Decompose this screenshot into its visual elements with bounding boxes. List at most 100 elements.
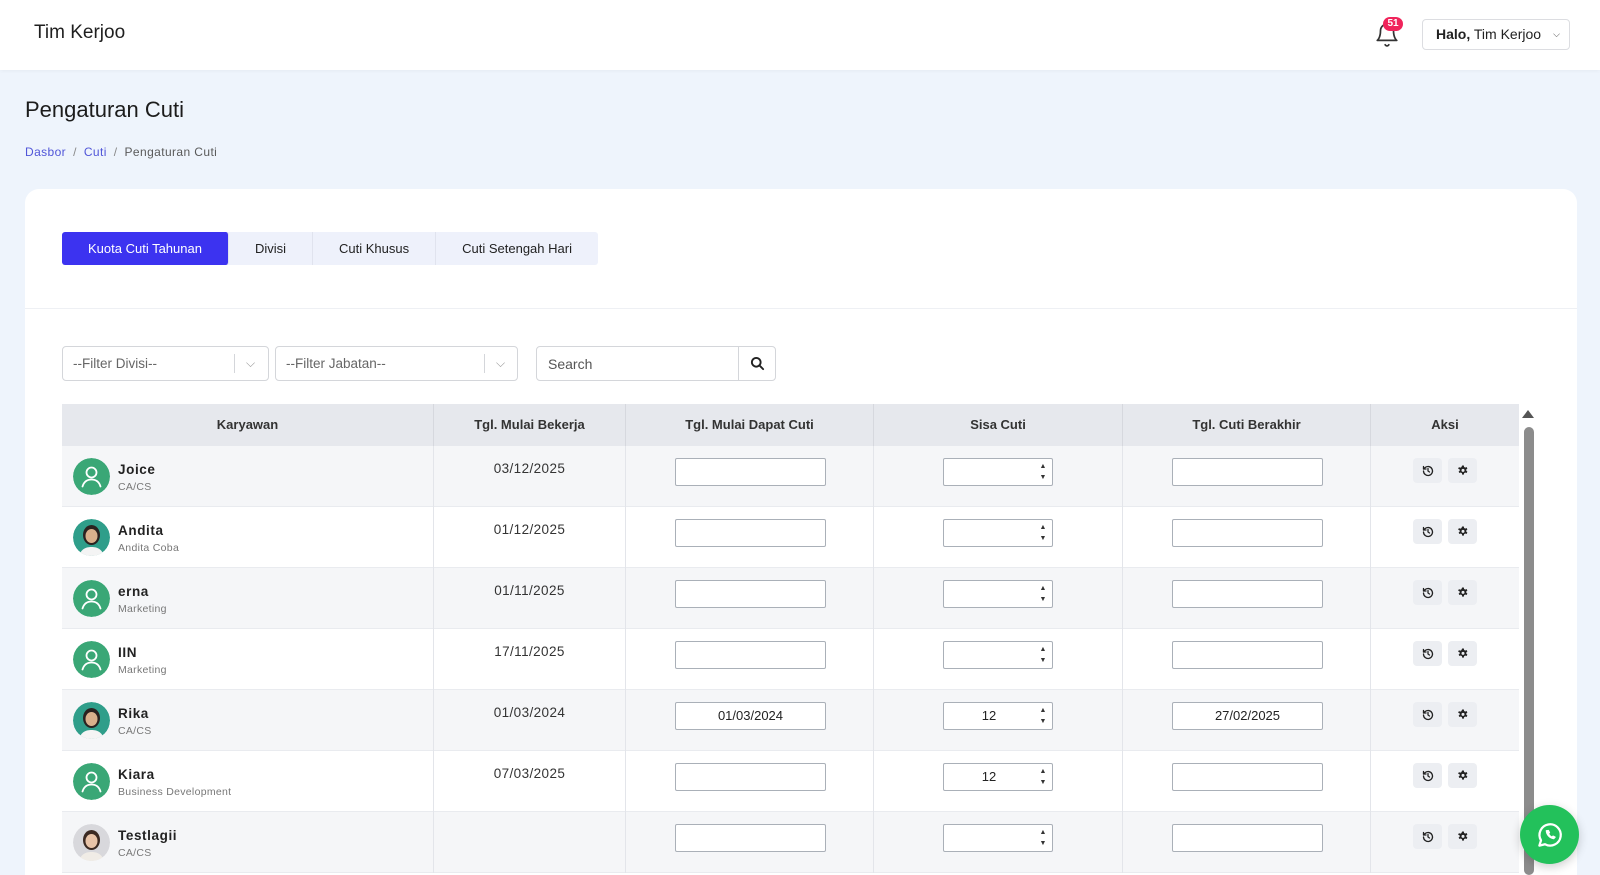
- employee-name[interactable]: Testlagii: [118, 828, 177, 843]
- start-work-date: 01/12/2025: [493, 522, 566, 537]
- employee-name[interactable]: erna: [118, 584, 149, 599]
- actions-cell: [1371, 629, 1519, 690]
- search-input[interactable]: [537, 347, 738, 380]
- stepper-arrows-icon[interactable]: ▲ ▼: [1036, 522, 1050, 544]
- leave-start-input[interactable]: [675, 641, 826, 669]
- stepper-arrows-icon[interactable]: ▲ ▼: [1036, 766, 1050, 788]
- employee-name[interactable]: Andita: [118, 523, 164, 538]
- remaining-leave-stepper[interactable]: ▲ ▼: [943, 458, 1053, 486]
- leave-start-input[interactable]: 01/03/2024: [675, 702, 826, 730]
- leave-start-input[interactable]: [675, 458, 826, 486]
- leave-end-input[interactable]: [1172, 641, 1323, 669]
- history-button[interactable]: [1413, 763, 1442, 788]
- remaining-leave-cell: 12 ▲ ▼: [874, 690, 1123, 751]
- breadcrumb-cuti[interactable]: Cuti: [84, 145, 107, 159]
- actions-cell: [1371, 812, 1519, 873]
- history-button[interactable]: [1413, 702, 1442, 727]
- leave-end-input[interactable]: [1172, 580, 1323, 608]
- actions-cell: [1371, 568, 1519, 629]
- start-work-date: 03/12/2025: [493, 461, 566, 476]
- avatar: [73, 458, 110, 495]
- settings-button[interactable]: [1448, 580, 1477, 605]
- remaining-leave-stepper[interactable]: ▲ ▼: [943, 519, 1053, 547]
- remaining-leave-stepper[interactable]: ▲ ▼: [943, 641, 1053, 669]
- column-header: Tgl. Cuti Berakhir: [1123, 404, 1371, 446]
- leave-end-input[interactable]: 27/02/2025: [1172, 702, 1323, 730]
- table-row: IIN Marketing 17/11/2025 ▲ ▼: [62, 629, 1519, 690]
- filter-jabatan-select[interactable]: --Filter Jabatan-- ⌵: [275, 346, 518, 381]
- settings-button[interactable]: [1448, 519, 1477, 544]
- breadcrumb-dasbor[interactable]: Dasbor: [25, 145, 66, 159]
- remaining-leave-stepper[interactable]: ▲ ▼: [943, 580, 1053, 608]
- history-button[interactable]: [1413, 580, 1442, 605]
- tab-cuti-setengah-hari[interactable]: Cuti Setengah Hari: [436, 232, 598, 265]
- scrollbar-thumb[interactable]: [1524, 427, 1534, 875]
- employee-division: Business Development: [118, 786, 232, 798]
- leave-end-input[interactable]: [1172, 458, 1323, 486]
- employee-name[interactable]: IIN: [118, 645, 137, 660]
- leave-start-cell: [626, 751, 874, 812]
- leave-start-input[interactable]: [675, 580, 826, 608]
- scroll-up-arrow[interactable]: [1522, 410, 1534, 418]
- employee-name[interactable]: Joice: [118, 462, 156, 477]
- leave-start-cell: [626, 568, 874, 629]
- column-header: Sisa Cuti: [874, 404, 1123, 446]
- leave-start-input[interactable]: [675, 519, 826, 547]
- leave-end-input[interactable]: [1172, 824, 1323, 852]
- column-header: Karyawan: [62, 404, 434, 446]
- gear-icon: [1457, 709, 1467, 719]
- settings-button[interactable]: [1448, 458, 1477, 483]
- leave-start-cell: [626, 812, 874, 873]
- settings-button[interactable]: [1448, 763, 1477, 788]
- remaining-leave-stepper[interactable]: 12 ▲ ▼: [943, 763, 1053, 791]
- leave-end-input[interactable]: [1172, 763, 1323, 791]
- leave-end-input[interactable]: [1172, 519, 1323, 547]
- stepper-arrows-icon[interactable]: ▲ ▼: [1036, 583, 1050, 605]
- leave-end-cell: [1123, 812, 1371, 873]
- employee-cell: Rika CA/CS: [62, 690, 434, 751]
- leave-start-input[interactable]: [675, 763, 826, 791]
- employee-name[interactable]: Kiara: [118, 767, 155, 782]
- settings-button[interactable]: [1448, 702, 1477, 727]
- start-work-date: 17/11/2025: [494, 644, 565, 659]
- leave-end-cell: [1123, 751, 1371, 812]
- history-button[interactable]: [1413, 519, 1442, 544]
- employee-division: CA/CS: [118, 725, 152, 737]
- start-work-cell: 17/11/2025: [434, 629, 626, 690]
- stepper-arrows-icon[interactable]: ▲ ▼: [1036, 461, 1050, 483]
- avatar: [73, 702, 110, 739]
- filter-divisi-placeholder: --Filter Divisi--: [73, 356, 157, 371]
- history-button[interactable]: [1413, 824, 1442, 849]
- filter-divisi-select[interactable]: --Filter Divisi-- ⌵: [62, 346, 269, 381]
- whatsapp-icon: [1537, 822, 1562, 847]
- breadcrumb-separator: /: [73, 145, 77, 159]
- tab-divisi[interactable]: Divisi: [229, 232, 314, 265]
- avatar: [73, 580, 110, 617]
- remaining-leave-cell: ▲ ▼: [874, 507, 1123, 568]
- search-button[interactable]: [738, 347, 776, 380]
- remaining-leave-stepper[interactable]: ▲ ▼: [943, 824, 1053, 852]
- remaining-leave-value: 12: [981, 769, 997, 784]
- user-menu-button[interactable]: Halo, Tim Kerjoo ⌵: [1422, 19, 1570, 50]
- leave-start-input[interactable]: [675, 824, 826, 852]
- leave-end-cell: 27/02/2025: [1123, 690, 1371, 751]
- table-row: Testlagii CA/CS ▲ ▼: [62, 812, 1519, 873]
- settings-button[interactable]: [1448, 641, 1477, 666]
- history-button[interactable]: [1413, 458, 1442, 483]
- whatsapp-button[interactable]: [1520, 805, 1579, 864]
- employee-name[interactable]: Rika: [118, 706, 149, 721]
- tab-kuota-cuti-tahunan[interactable]: Kuota Cuti Tahunan: [62, 232, 229, 265]
- history-button[interactable]: [1413, 641, 1442, 666]
- leave-quota-table: Karyawan Tgl. Mulai Bekerja Tgl. Mulai D…: [62, 404, 1519, 873]
- tab-cuti-khusus[interactable]: Cuti Khusus: [313, 232, 437, 265]
- stepper-arrows-icon[interactable]: ▲ ▼: [1036, 827, 1050, 849]
- stepper-arrows-icon[interactable]: ▲ ▼: [1036, 705, 1050, 727]
- remaining-leave-stepper[interactable]: 12 ▲ ▼: [943, 702, 1053, 730]
- remaining-leave-value: 12: [981, 708, 997, 723]
- brand-name[interactable]: Tim Kerjoo: [34, 22, 125, 44]
- breadcrumb-separator: /: [113, 145, 118, 159]
- remaining-leave-cell: ▲ ▼: [874, 568, 1123, 629]
- stepper-arrows-icon[interactable]: ▲ ▼: [1036, 644, 1050, 666]
- notification-badge: 51: [1383, 17, 1403, 31]
- settings-button[interactable]: [1448, 824, 1477, 849]
